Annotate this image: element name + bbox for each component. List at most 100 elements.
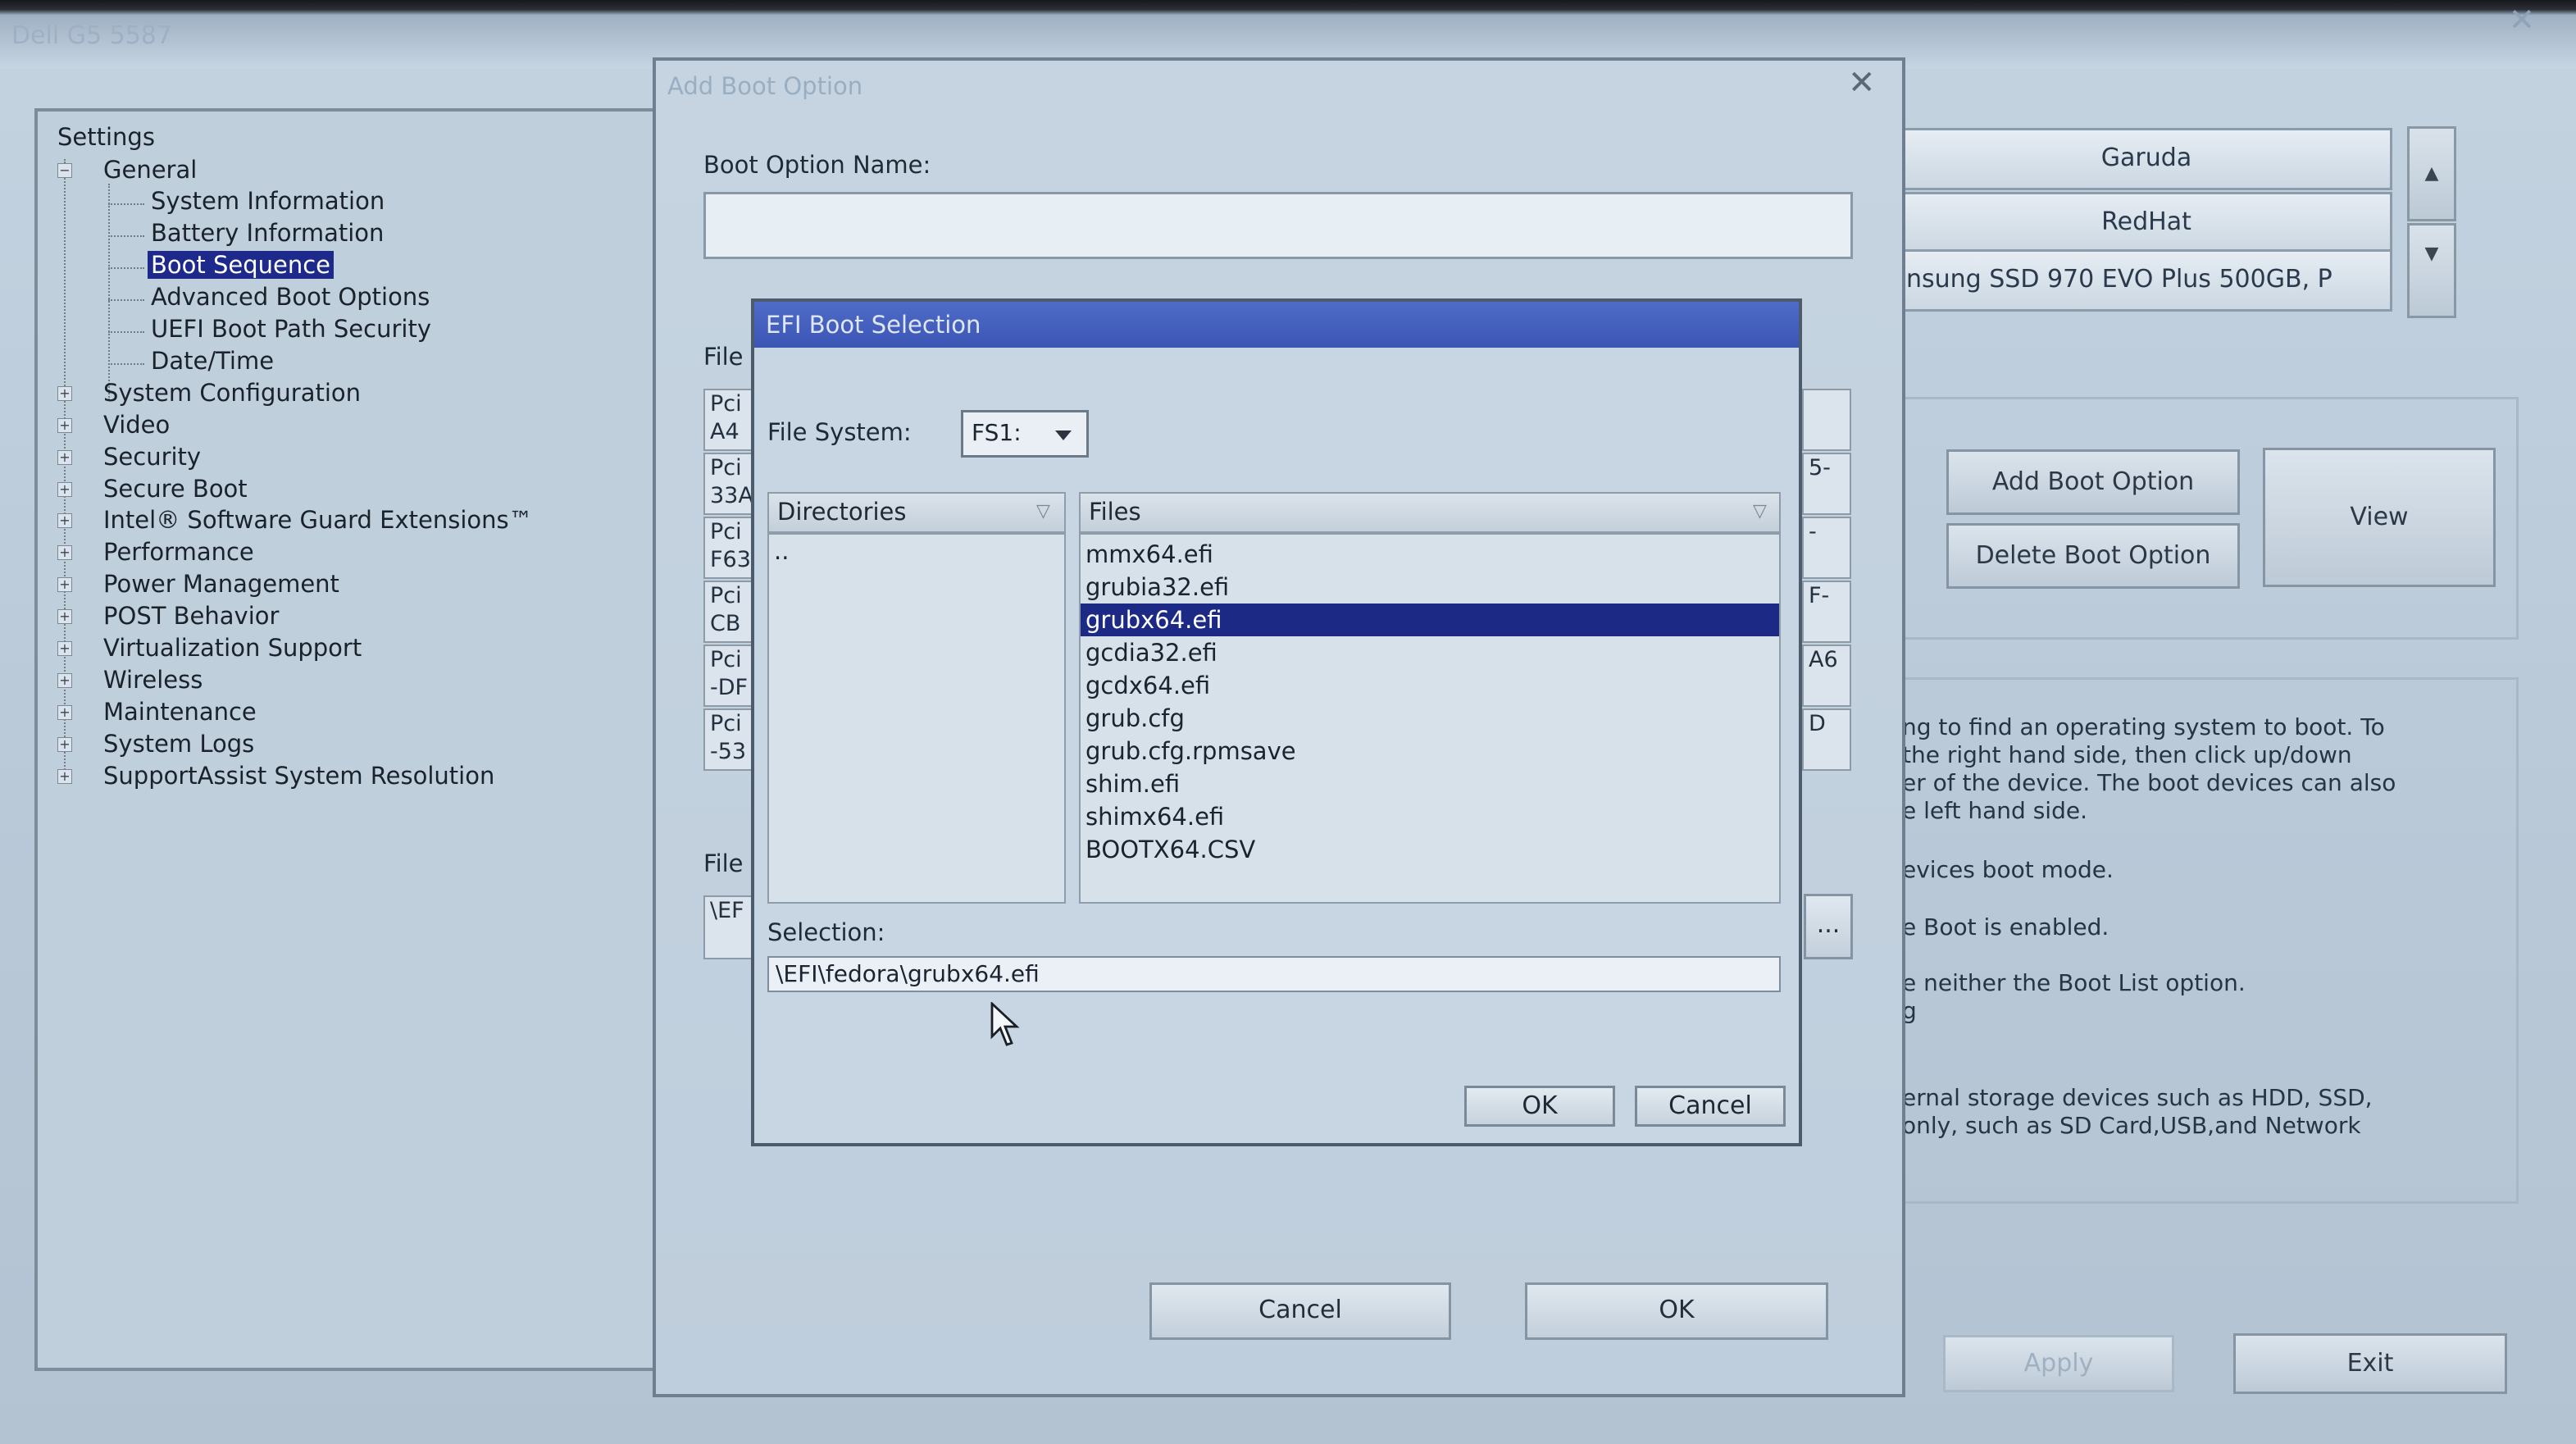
move-up-button[interactable]: ▲ xyxy=(2407,126,2456,221)
tree-item-boot-sequence[interactable]: Boot Sequence xyxy=(148,251,335,279)
boot-list-item[interactable]: RedHat xyxy=(1900,192,2392,254)
expand-icon[interactable]: + xyxy=(57,482,72,497)
efi-boot-selection-dialog: EFI Boot Selection File System: FS1: Dir… xyxy=(751,298,1802,1146)
ok-button[interactable]: OK xyxy=(1525,1282,1828,1340)
description-text: e left hand side. xyxy=(1902,797,2087,824)
file-system-list-item-end xyxy=(1802,389,1851,451)
add-boot-option-button[interactable]: Add Boot Option xyxy=(1946,449,2240,515)
expand-icon[interactable]: + xyxy=(57,673,72,688)
apply-button[interactable]: Apply xyxy=(1943,1335,2174,1392)
tree-item-supportassist[interactable]: SupportAssist System Resolution xyxy=(103,762,494,790)
directories-header: Directories ▽ xyxy=(767,492,1066,533)
tree-item-battery-information[interactable]: Battery Information xyxy=(151,219,384,247)
file-system-list-item[interactable]: Pci -DF xyxy=(703,645,754,707)
file-system-value: FS1: xyxy=(972,419,1022,446)
file-item[interactable]: shimx64.efi xyxy=(1081,800,1779,833)
expand-icon[interactable]: + xyxy=(57,705,72,720)
file-item[interactable]: BOOTX64.CSV xyxy=(1081,833,1779,866)
boot-list-item[interactable]: nsung SSD 970 EVO Plus 500GB, P xyxy=(1900,249,2392,312)
tree-item-advanced-boot-options[interactable]: Advanced Boot Options xyxy=(151,283,430,311)
tree-item-security[interactable]: Security xyxy=(103,443,201,471)
file-item[interactable]: grub.cfg xyxy=(1081,702,1779,735)
expand-icon[interactable]: + xyxy=(57,737,72,752)
file-system-list-item[interactable]: Pci -53 xyxy=(703,708,754,771)
efi-dialog-title: EFI Boot Selection xyxy=(754,302,1799,348)
tree-item-general[interactable]: General xyxy=(103,156,197,184)
file-item[interactable]: shim.efi xyxy=(1081,768,1779,800)
tree-item-uefi-boot-path-security[interactable]: UEFI Boot Path Security xyxy=(151,315,431,343)
file-item[interactable]: grubia32.efi xyxy=(1081,571,1779,604)
expand-icon[interactable]: + xyxy=(57,769,72,784)
close-icon[interactable]: ✕ xyxy=(1848,64,1876,102)
file-system-list-item-end: F- xyxy=(1802,581,1851,643)
directory-item-parent[interactable]: .. xyxy=(769,535,1064,567)
expand-icon[interactable]: + xyxy=(57,386,72,401)
expand-icon[interactable]: + xyxy=(57,577,72,592)
collapse-icon[interactable]: − xyxy=(57,163,72,178)
browse-button[interactable]: ... xyxy=(1804,894,1853,959)
description-text: only, such as SD Card,USB,and Network xyxy=(1902,1112,2361,1139)
files-list[interactable]: mmx64.efi grubia32.efi grubx64.efi gcdia… xyxy=(1079,533,1781,904)
dropdown-arrow-icon xyxy=(1055,430,1072,440)
filter-icon[interactable]: ▽ xyxy=(1753,494,1767,530)
tree-item-performance[interactable]: Performance xyxy=(103,538,254,566)
exit-button[interactable]: Exit xyxy=(2233,1333,2507,1394)
expand-icon[interactable]: + xyxy=(57,418,72,433)
file-system-list-item[interactable]: Pci 33A xyxy=(703,453,754,515)
cancel-button[interactable]: Cancel xyxy=(1149,1282,1451,1340)
boot-option-name-input[interactable] xyxy=(703,192,1853,259)
tree-item-power-management[interactable]: Power Management xyxy=(103,570,339,598)
tree-connector xyxy=(108,203,144,205)
tree-item-wireless[interactable]: Wireless xyxy=(103,666,203,694)
description-text: e Boot is enabled. xyxy=(1902,913,2109,941)
files-header: Files ▽ xyxy=(1079,492,1781,533)
chevron-down-icon: ▼ xyxy=(2424,244,2439,264)
tree-item-boot-sequence-label: Boot Sequence xyxy=(148,251,335,279)
file-system-list-item-end: D xyxy=(1802,708,1851,771)
tree-item-virtualization-support[interactable]: Virtualization Support xyxy=(103,634,362,662)
file-system-label: File xyxy=(703,343,744,371)
file-item[interactable]: mmx64.efi xyxy=(1081,538,1779,571)
expand-icon[interactable]: + xyxy=(57,609,72,624)
tree-item-maintenance[interactable]: Maintenance xyxy=(103,698,257,726)
tree-connector xyxy=(108,331,144,333)
file-name-input[interactable]: \EF xyxy=(703,895,754,959)
close-icon[interactable]: ✕ xyxy=(2509,2,2535,38)
expand-icon[interactable]: + xyxy=(57,513,72,528)
tree-item-intel-sgx[interactable]: Intel® Software Guard Extensions™ xyxy=(103,506,533,534)
tree-item-date-time[interactable]: Date/Time xyxy=(151,347,274,375)
file-system-dropdown[interactable]: FS1: xyxy=(961,410,1089,458)
filter-icon[interactable]: ▽ xyxy=(1036,494,1050,530)
tree-item-system-configuration[interactable]: System Configuration xyxy=(103,379,361,407)
description-text: ernal storage devices such as HDD, SSD, xyxy=(1902,1084,2373,1111)
directories-list[interactable]: .. xyxy=(767,533,1066,904)
selection-input[interactable]: \EFI\fedora\grubx64.efi xyxy=(767,956,1781,992)
delete-boot-option-button[interactable]: Delete Boot Option xyxy=(1946,523,2240,589)
tree-item-post-behavior[interactable]: POST Behavior xyxy=(103,602,279,630)
efi-ok-button[interactable]: OK xyxy=(1464,1086,1615,1127)
tree-connector xyxy=(108,363,144,365)
view-button[interactable]: View xyxy=(2263,448,2496,587)
file-system-list-item[interactable]: Pci A4 xyxy=(703,389,754,451)
file-system-list-item[interactable]: Pci CB xyxy=(703,581,754,643)
tree-item-system-logs[interactable]: System Logs xyxy=(103,730,254,758)
file-item-selected[interactable]: grubx64.efi xyxy=(1081,604,1779,636)
file-item[interactable]: grub.cfg.rpmsave xyxy=(1081,735,1779,768)
boot-list-item[interactable]: Garuda xyxy=(1900,128,2392,190)
file-item[interactable]: gcdx64.efi xyxy=(1081,669,1779,702)
window-title: Dell G5 5587 xyxy=(11,21,172,50)
tree-item-secure-boot[interactable]: Secure Boot xyxy=(103,475,248,503)
move-down-button[interactable]: ▼ xyxy=(2407,223,2456,318)
tree-item-system-information[interactable]: System Information xyxy=(151,187,385,215)
chevron-up-icon: ▲ xyxy=(2424,163,2439,184)
expand-icon[interactable]: + xyxy=(57,545,72,560)
expand-icon[interactable]: + xyxy=(57,641,72,656)
efi-cancel-button[interactable]: Cancel xyxy=(1635,1086,1786,1127)
file-system-label: File System: xyxy=(767,418,912,446)
tree-item-video[interactable]: Video xyxy=(103,411,170,439)
expand-icon[interactable]: + xyxy=(57,450,72,465)
tree-connector xyxy=(108,184,110,400)
file-item[interactable]: gcdia32.efi xyxy=(1081,636,1779,669)
settings-tree-panel: Settings − General System Information Ba… xyxy=(34,108,658,1371)
file-system-list-item[interactable]: Pci F63 xyxy=(703,517,754,579)
